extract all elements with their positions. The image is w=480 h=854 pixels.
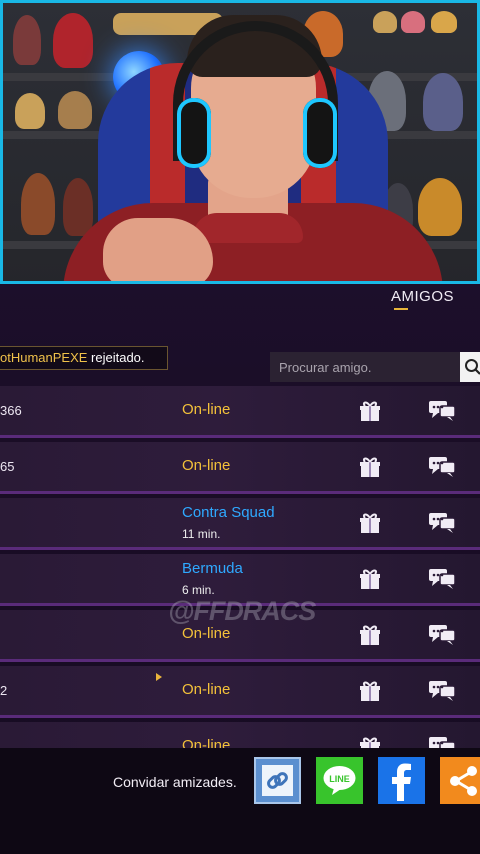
link-icon: [262, 765, 293, 796]
friend-status: Bermuda: [182, 560, 243, 577]
friend-status: On-line: [182, 737, 231, 748]
gift-icon[interactable]: [358, 511, 382, 535]
search-button[interactable]: [460, 352, 480, 382]
friend-status-time: 11 min.: [182, 527, 221, 541]
friend-status: On-line: [182, 401, 231, 418]
toast-player-name: otHumanPEXE: [0, 350, 88, 365]
invite-label: Convidar amizades.: [113, 774, 237, 790]
chat-icon[interactable]: [428, 512, 456, 534]
friends-panel: AMIGOS otHumanPEXE rejeitado. 366 On-lin…: [0, 284, 480, 854]
gift-icon[interactable]: [358, 679, 382, 703]
search-icon: [465, 359, 480, 375]
friend-name: 65: [0, 459, 15, 474]
friend-status: On-line: [182, 681, 231, 698]
toast-message: rejeitado.: [87, 350, 145, 365]
search-input[interactable]: [270, 352, 460, 382]
chat-icon[interactable]: [428, 736, 456, 748]
friend-status-time: 6 min.: [182, 583, 215, 597]
friend-row[interactable]: On-line: [0, 722, 480, 748]
webcam-overlay: [0, 0, 480, 284]
share-more-button[interactable]: [440, 757, 480, 804]
share-line-button[interactable]: LINE: [316, 757, 363, 804]
friend-status: On-line: [182, 457, 231, 474]
friend-status: On-line: [182, 625, 231, 642]
tab-underline: [394, 308, 408, 310]
tab-amigos[interactable]: AMIGOS: [391, 288, 454, 305]
gift-icon[interactable]: [358, 455, 382, 479]
notification-toast: otHumanPEXE rejeitado.: [0, 346, 168, 370]
friend-row[interactable]: 2 On-line: [0, 666, 480, 718]
friend-row[interactable]: 65 On-line: [0, 442, 480, 494]
friend-name: 366: [0, 403, 22, 418]
chat-icon[interactable]: [428, 400, 456, 422]
share-link-button[interactable]: [254, 757, 301, 804]
chat-icon[interactable]: [428, 680, 456, 702]
friend-row[interactable]: 366 On-line: [0, 386, 480, 438]
gift-icon[interactable]: [358, 567, 382, 591]
friend-status: Contra Squad: [182, 504, 275, 521]
friend-row[interactable]: Contra Squad 11 min.: [0, 498, 480, 550]
gift-icon[interactable]: [358, 399, 382, 423]
chat-icon[interactable]: [428, 456, 456, 478]
gift-icon[interactable]: [358, 623, 382, 647]
facebook-icon: [392, 763, 411, 801]
pointer-cursor: [156, 673, 162, 681]
chat-icon[interactable]: [428, 568, 456, 590]
friends-list: 366 On-line 65 On-line Contra Squad 11 m…: [0, 386, 480, 748]
channel-watermark: @FFDRACS: [168, 596, 316, 626]
friend-name: 2: [0, 683, 8, 698]
chat-icon[interactable]: [428, 624, 456, 646]
friend-search: [270, 352, 480, 382]
gift-icon[interactable]: [358, 735, 382, 748]
share-facebook-button[interactable]: [378, 757, 425, 804]
line-icon: LINE: [323, 766, 356, 795]
invite-bar: Convidar amizades. LINE: [0, 748, 480, 854]
svg-text:LINE: LINE: [329, 774, 350, 784]
share-icon: [450, 766, 477, 796]
